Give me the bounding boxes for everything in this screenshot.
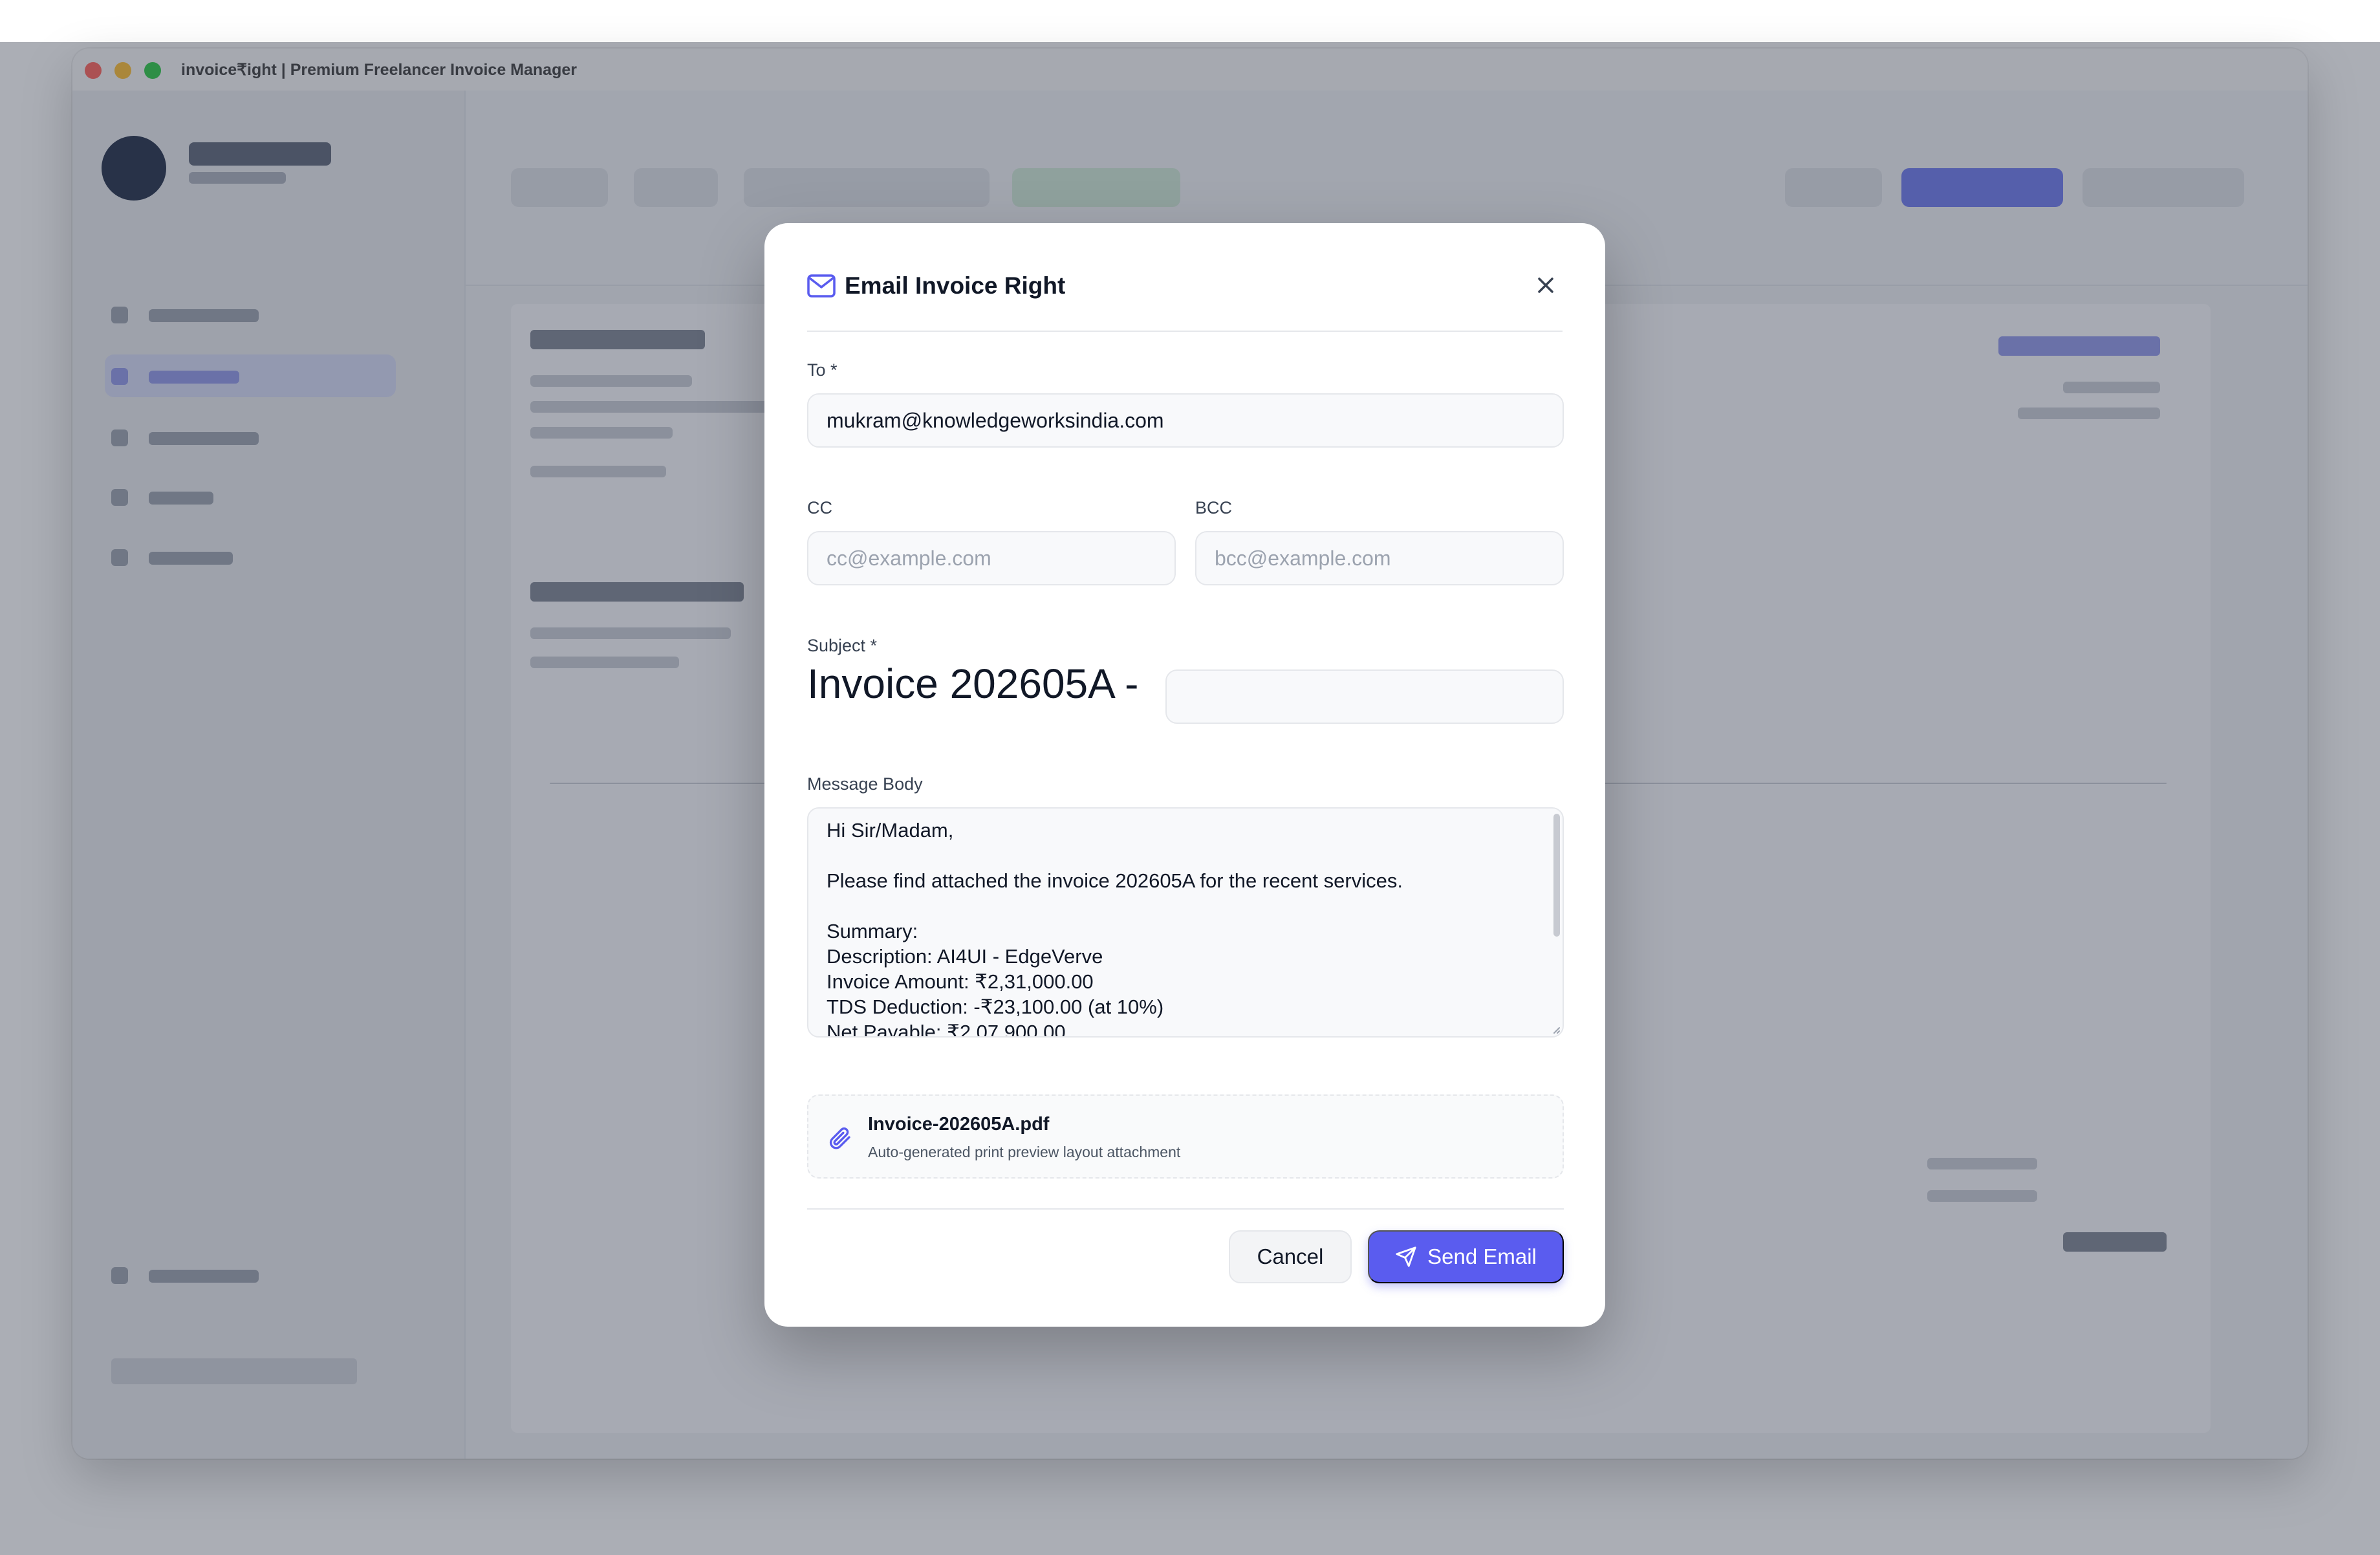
modal-header: Email Invoice Right [807, 268, 1563, 332]
message-scrollbar[interactable] [1553, 814, 1560, 937]
bcc-label: BCC [1195, 498, 1233, 517]
subject-value: Invoice 202605A - [807, 660, 1139, 707]
message-body-textarea[interactable]: Hi Sir/Madam, Please find attached the i… [807, 807, 1564, 1038]
cc-field[interactable] [807, 531, 1176, 585]
mail-icon [807, 274, 836, 298]
attachment-filename: Invoice-202605A.pdf [868, 1114, 1050, 1135]
bcc-field[interactable] [1195, 531, 1564, 585]
attachment-card: Invoice-202605A.pdf Auto-generated print… [807, 1094, 1564, 1179]
paperclip-icon [829, 1127, 850, 1149]
resize-handle-icon[interactable] [1551, 1025, 1560, 1034]
subject-label: Subject * [807, 636, 878, 655]
email-invoice-modal: Email Invoice Right To * CC BCC Subject … [764, 223, 1605, 1327]
message-body-text: Hi Sir/Madam, Please find attached the i… [827, 819, 1403, 1038]
to-field[interactable] [807, 393, 1564, 448]
subject-field[interactable] [1165, 669, 1564, 724]
close-button[interactable] [1529, 268, 1563, 302]
send-email-label: Send Email [1427, 1245, 1537, 1268]
cancel-button[interactable]: Cancel [1229, 1230, 1352, 1283]
cc-label: CC [807, 498, 832, 517]
send-email-button[interactable]: Send Email [1368, 1230, 1564, 1283]
attachment-description: Auto-generated print preview layout atta… [868, 1144, 1181, 1160]
footer-divider [807, 1208, 1564, 1210]
modal-title: Email Invoice Right [845, 272, 1066, 299]
paper-plane-icon [1396, 1246, 1416, 1267]
message-label: Message Body [807, 774, 923, 794]
to-label: To * [807, 360, 838, 380]
close-icon [1538, 277, 1553, 293]
